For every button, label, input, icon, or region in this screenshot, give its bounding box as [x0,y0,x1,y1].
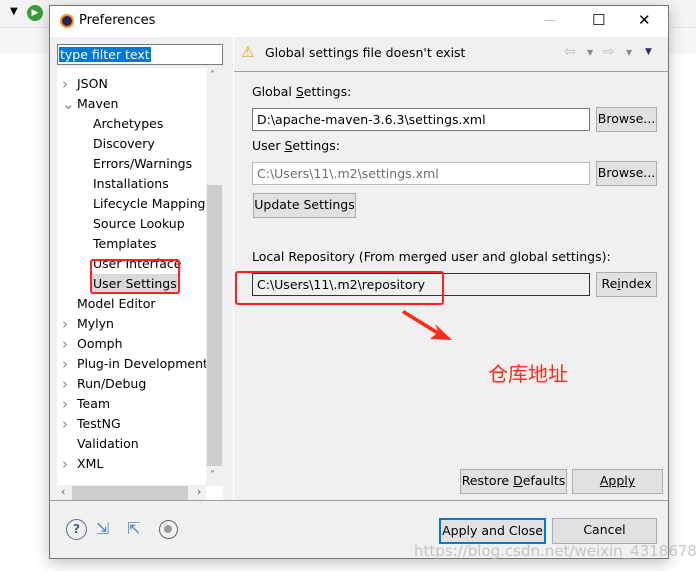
eclipse-icon [60,14,74,28]
chevron-right-icon[interactable]: › [62,354,68,374]
scroll-right-icon[interactable]: › [197,485,201,498]
tree-item[interactable]: Lifecycle Mappings [93,194,212,214]
header-message: Global settings file doesn't exist [265,45,466,60]
import-icon[interactable]: ⇲ [96,519,109,538]
scroll-left-icon[interactable]: ‹ [61,485,65,498]
tree-item-label: Source Lookup [93,216,185,231]
tree-item[interactable]: › XML [62,454,104,474]
user-settings-input[interactable] [252,162,590,185]
annotation-box-repository [235,271,444,305]
view-menu-icon[interactable]: ▼ [645,47,652,57]
tree-item-label: JSON [77,76,108,91]
user-browse-button[interactable]: Browse... [596,161,657,186]
page-header: ⚠ Global settings file doesn't exist ⇦ ▼… [234,37,668,72]
tree-item-label: XML [77,456,104,471]
tree-item-label: Discovery [93,136,155,151]
back-icon[interactable]: ⇦ [564,44,576,60]
back-menu-icon[interactable]: ▼ [587,48,593,57]
tree-item[interactable]: Validation [77,434,139,454]
minimize-button[interactable]: — [544,12,557,28]
tree-item-label: Archetypes [93,116,164,131]
hscroll-thumb[interactable] [72,486,188,500]
watermark: https://blog.csdn.net/weixin_43186788 [414,542,696,560]
reindex-button[interactable]: Reindex [596,272,657,297]
footer-separator [50,500,668,501]
dropdown-arrow-icon: ▼ [10,6,18,17]
tree-item-label: Team [77,396,111,411]
annotation-box-user-settings [90,259,180,294]
chevron-right-icon[interactable]: › [62,454,68,474]
restore-defaults-button[interactable]: Restore Defaults [460,469,567,494]
scroll-up-icon[interactable]: ˄ [210,70,215,81]
tree-item[interactable]: Templates [93,234,157,254]
tree-item-label: Model Editor [77,296,156,311]
tree-item-label: Mylyn [77,316,114,331]
chevron-right-icon[interactable]: › [62,414,68,434]
chevron-right-icon[interactable]: › [62,74,68,94]
maximize-button[interactable]: ☐ [592,12,605,28]
chevron-right-icon[interactable]: › [62,314,68,334]
scroll-down-icon[interactable]: ˅ [210,470,215,481]
tree-item[interactable]: › Run/Debug [62,374,147,394]
global-browse-button[interactable]: Browse... [596,107,657,132]
horizontal-scrollbar[interactable]: ‹ › [57,485,206,501]
vertical-scrollbar[interactable]: ˄ ˅ [206,68,223,486]
filter-input[interactable]: type filter text [57,44,223,65]
forward-menu-icon[interactable]: ▼ [626,48,632,57]
global-settings-input[interactable] [252,108,590,131]
tree-item[interactable]: Archetypes [93,114,163,134]
filter-text: type filter text [59,47,151,62]
user-settings-label: User Settings: [252,138,340,153]
chevron-right-icon[interactable]: › [62,394,68,414]
window-title: Preferences [79,13,156,28]
chevron-down-icon[interactable]: ⌄ [62,94,75,114]
forward-icon[interactable]: ⇨ [603,44,615,60]
tree-item[interactable]: Errors/Warnings [93,154,192,174]
scroll-thumb[interactable] [207,185,222,466]
tree-item[interactable]: Discovery [93,134,155,154]
panel-divider [233,37,234,501]
tree-item-label: TestNG [77,416,121,431]
tree-item[interactable]: › TestNG [62,414,121,434]
export-icon[interactable]: ⇱ [127,519,140,538]
tree-item-label: Maven [77,96,119,111]
tree-item[interactable]: › Team [62,394,111,414]
tree-item-label: Lifecycle Mappings [93,196,212,211]
preferences-dialog: Preferences — ☐ ✕ type filter text › JSON… [49,5,669,559]
tree-item[interactable]: ⌄ Maven [62,94,119,114]
tree-item-label: Installations [93,176,169,191]
help-icon[interactable]: ? [66,519,87,540]
annotation-arrow-icon [402,310,452,340]
tree-item-label: Oomph [77,336,123,351]
tree-item-label: Errors/Warnings [93,156,193,171]
tree-item[interactable]: Model Editor [77,294,156,314]
tree-item-label: Templates [93,236,157,251]
annotation-text: 仓库地址 [488,362,568,386]
title-bar: Preferences — ☐ ✕ [50,6,668,37]
chevron-right-icon[interactable]: › [62,334,68,354]
tree-item-label: Plug-in Development [77,356,208,371]
cancel-button[interactable]: Cancel [552,518,657,544]
tree-item-label: Validation [77,436,139,451]
tree-item-label: Run/Debug [77,376,147,391]
tree-item[interactable]: Installations [93,174,169,194]
chevron-right-icon[interactable]: › [62,374,68,394]
record-icon[interactable] [159,520,178,539]
warning-icon: ⚠ [241,43,255,61]
tree-item[interactable]: Source Lookup [93,214,185,234]
global-settings-label: Global Settings: [252,84,352,99]
close-button[interactable]: ✕ [638,12,651,28]
tree-item[interactable]: › Plug-in Development [62,354,208,374]
tree-item[interactable]: › JSON [62,74,108,94]
update-settings-button[interactable]: Update Settings [253,193,356,218]
tree-item[interactable]: › Mylyn [62,314,114,334]
local-repository-label: Local Repository (From merged user and g… [252,249,611,264]
apply-and-close-button[interactable]: Apply and Close [439,518,546,544]
apply-button[interactable]: Apply [572,469,663,494]
tree-item[interactable]: › Oomph [62,334,123,354]
run-icon: ▶ [27,5,43,21]
